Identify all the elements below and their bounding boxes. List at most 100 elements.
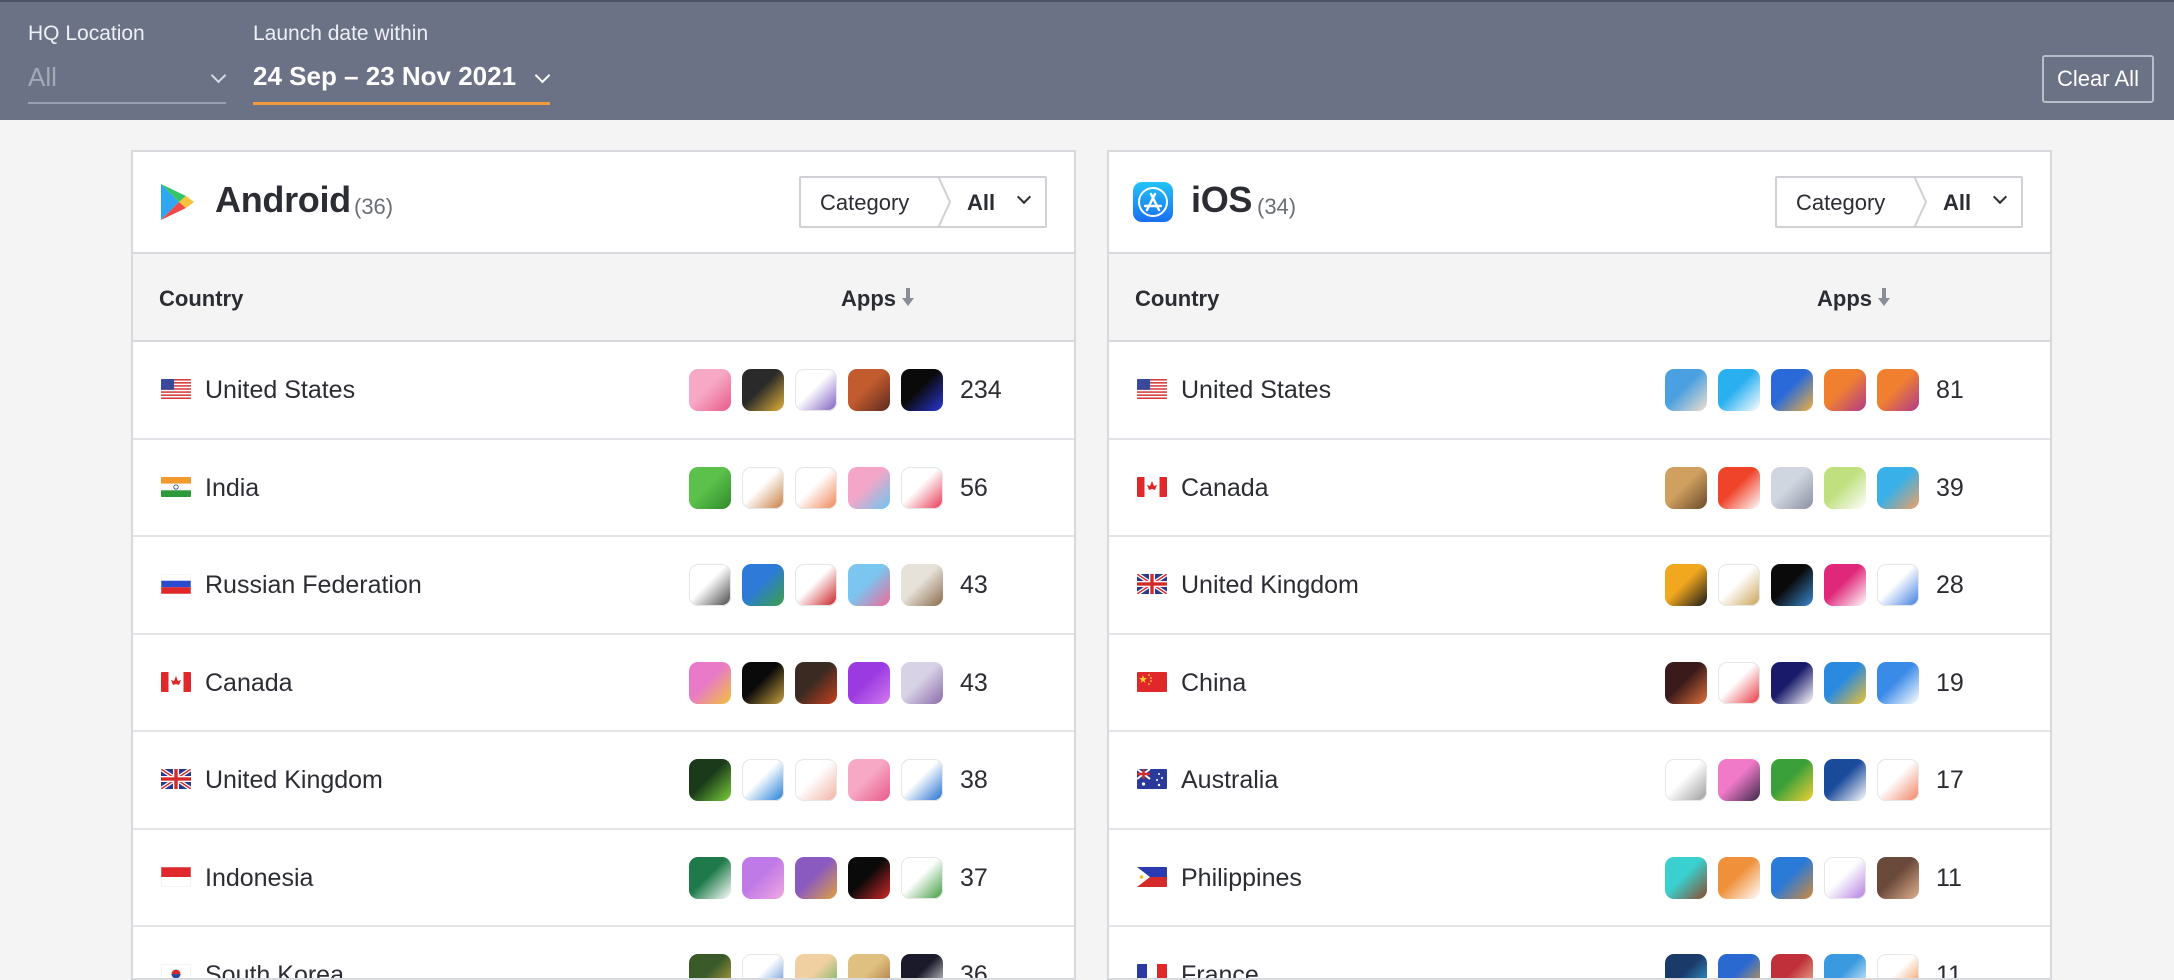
face-mask-app-icon[interactable]	[1665, 369, 1707, 411]
desert-sunset-app-icon-2[interactable]	[1877, 369, 1919, 411]
table-row[interactable]: United Kingdom 38	[133, 732, 1074, 830]
orange-arch-app-icon[interactable]	[795, 466, 837, 509]
column-header-country[interactable]: Country	[1135, 286, 1219, 312]
pg-slot-app-icon[interactable]	[742, 856, 784, 899]
table-row[interactable]: France 11	[1109, 927, 2050, 978]
colorful-tiles-app-icon[interactable]	[848, 466, 890, 509]
category-filter[interactable]: Category All	[799, 176, 1047, 228]
green-monster-app-icon[interactable]	[689, 466, 731, 509]
sort-down-icon[interactable]	[1877, 288, 1891, 308]
sword-game-app-icon[interactable]	[1665, 661, 1707, 704]
couple-app-icon[interactable]	[1877, 856, 1919, 899]
fr-app-icon-1[interactable]	[1665, 954, 1707, 978]
kr-app-icon-1[interactable]	[689, 954, 731, 978]
table-row[interactable]: Philippines 11	[1109, 830, 2050, 927]
runner-app-icon[interactable]	[1771, 369, 1813, 411]
red-disc-app-icon[interactable]	[848, 856, 890, 899]
pink-app-icon-2[interactable]	[848, 759, 890, 801]
app-icons	[689, 954, 954, 978]
plane-app-icon[interactable]	[1877, 661, 1919, 704]
table-row[interactable]: Russian Federation 43	[133, 537, 1074, 635]
beach-app-icon[interactable]	[1877, 466, 1919, 509]
shopping-bag-app-icon[interactable]	[1718, 661, 1760, 704]
kr-app-icon-5[interactable]	[901, 954, 943, 978]
rocket-app-icon[interactable]	[742, 759, 784, 801]
gold-r-app-icon[interactable]	[1718, 564, 1760, 606]
swirl-app-icon[interactable]	[1665, 759, 1707, 801]
column-header-apps[interactable]: Apps	[1817, 286, 1872, 312]
hq-location-select[interactable]: All	[28, 58, 227, 104]
pink-anime-app-icon[interactable]	[1718, 759, 1760, 801]
hamster-app-icon[interactable]	[1771, 856, 1813, 899]
skip-bo-app-icon[interactable]	[1771, 759, 1813, 801]
character-app-icon[interactable]	[742, 466, 784, 509]
kr-app-icon-3[interactable]	[795, 954, 837, 978]
column-header-apps[interactable]: Apps	[841, 286, 896, 312]
purple-scene-app-icon[interactable]	[795, 856, 837, 899]
category-filter[interactable]: Category All	[1775, 176, 2023, 228]
kr-app-icon-4[interactable]	[848, 954, 890, 978]
ticket-app-icon[interactable]	[689, 564, 731, 606]
launch-date-select[interactable]: 24 Sep – 23 Nov 2021	[253, 58, 551, 105]
ornament-app-icon[interactable]	[795, 759, 837, 801]
apple-app-icon[interactable]	[795, 564, 837, 606]
007-app-icon[interactable]	[742, 661, 784, 704]
white-road-app-icon[interactable]	[1824, 466, 1866, 509]
green-blade-app-icon[interactable]	[689, 759, 731, 801]
fox-game-app-icon[interactable]	[848, 369, 890, 411]
sort-down-icon[interactable]	[901, 288, 915, 308]
pr-vlog-app-icon[interactable]	[1771, 661, 1813, 704]
paint-app-icon[interactable]	[1824, 661, 1866, 704]
table-row[interactable]: India 56	[133, 440, 1074, 537]
blue-b-app-icon[interactable]	[901, 369, 943, 411]
app-icons	[1665, 954, 1930, 978]
flag-ca-icon	[1137, 476, 1167, 497]
column-header-country[interactable]: Country	[159, 286, 243, 312]
green-house-app-icon[interactable]	[689, 856, 731, 899]
fr-app-icon-4[interactable]	[1824, 954, 1866, 978]
table-row[interactable]: United States 81	[1109, 342, 2050, 440]
table-row[interactable]: Australia 17	[1109, 732, 2050, 830]
desert-sunset-app-icon[interactable]	[1824, 369, 1866, 411]
table-row[interactable]: United Kingdom 28	[1109, 537, 2050, 635]
chevron-down-icon	[1992, 189, 2008, 205]
js-swirl-app-icon[interactable]	[795, 369, 837, 411]
fr-app-icon-5[interactable]	[1877, 954, 1919, 978]
fm-app-icon[interactable]	[1824, 564, 1866, 606]
table-row[interactable]: China 19	[1109, 635, 2050, 732]
dino-app-icon[interactable]	[901, 564, 943, 606]
pink-app-icon[interactable]	[689, 369, 731, 411]
sand-game-app-icon[interactable]	[1665, 466, 1707, 509]
rainbow-app-icon[interactable]	[848, 564, 890, 606]
table-row[interactable]: Canada 43	[133, 635, 1074, 732]
girl-game-app-icon[interactable]	[689, 661, 731, 704]
star-app-icon[interactable]	[1824, 856, 1866, 899]
heart-app-icon[interactable]	[1877, 759, 1919, 801]
table-row[interactable]: Indonesia 37	[133, 830, 1074, 927]
table-row[interactable]: South Korea 36	[133, 927, 1074, 978]
red-ball-app-icon[interactable]	[901, 466, 943, 509]
christmas-tree-app-icon[interactable]	[742, 564, 784, 606]
fr-app-icon-3[interactable]	[1771, 954, 1813, 978]
anime-app-icon[interactable]	[901, 661, 943, 704]
rooster-app-icon[interactable]	[795, 661, 837, 704]
kr-app-icon-2[interactable]	[742, 954, 784, 978]
nizzle-app-icon[interactable]	[901, 759, 943, 801]
purple-shoe-app-icon[interactable]	[848, 661, 890, 704]
table-row[interactable]: United States 234	[133, 342, 1074, 440]
audiobook-app-icon[interactable]	[1665, 564, 1707, 606]
orange-sun-app-icon[interactable]	[1718, 856, 1760, 899]
lulu-app-icon[interactable]	[1718, 369, 1760, 411]
round-badge-app-icon[interactable]	[1771, 564, 1813, 606]
princess-app-icon[interactable]	[1665, 856, 1707, 899]
chat-app-icon[interactable]	[1877, 564, 1919, 606]
fr-app-icon-2[interactable]	[1718, 954, 1760, 978]
knight-app-icon[interactable]	[1771, 466, 1813, 509]
food-basket-app-icon[interactable]	[901, 856, 943, 899]
cards-app-icon[interactable]	[1824, 759, 1866, 801]
table-row[interactable]: Canada 39	[1109, 440, 2050, 537]
yellow-door-app-icon[interactable]	[742, 369, 784, 411]
clear-all-button[interactable]: Clear All	[2042, 55, 2154, 103]
red-x-app-icon[interactable]	[1718, 466, 1760, 509]
app-count: 56	[960, 473, 988, 502]
